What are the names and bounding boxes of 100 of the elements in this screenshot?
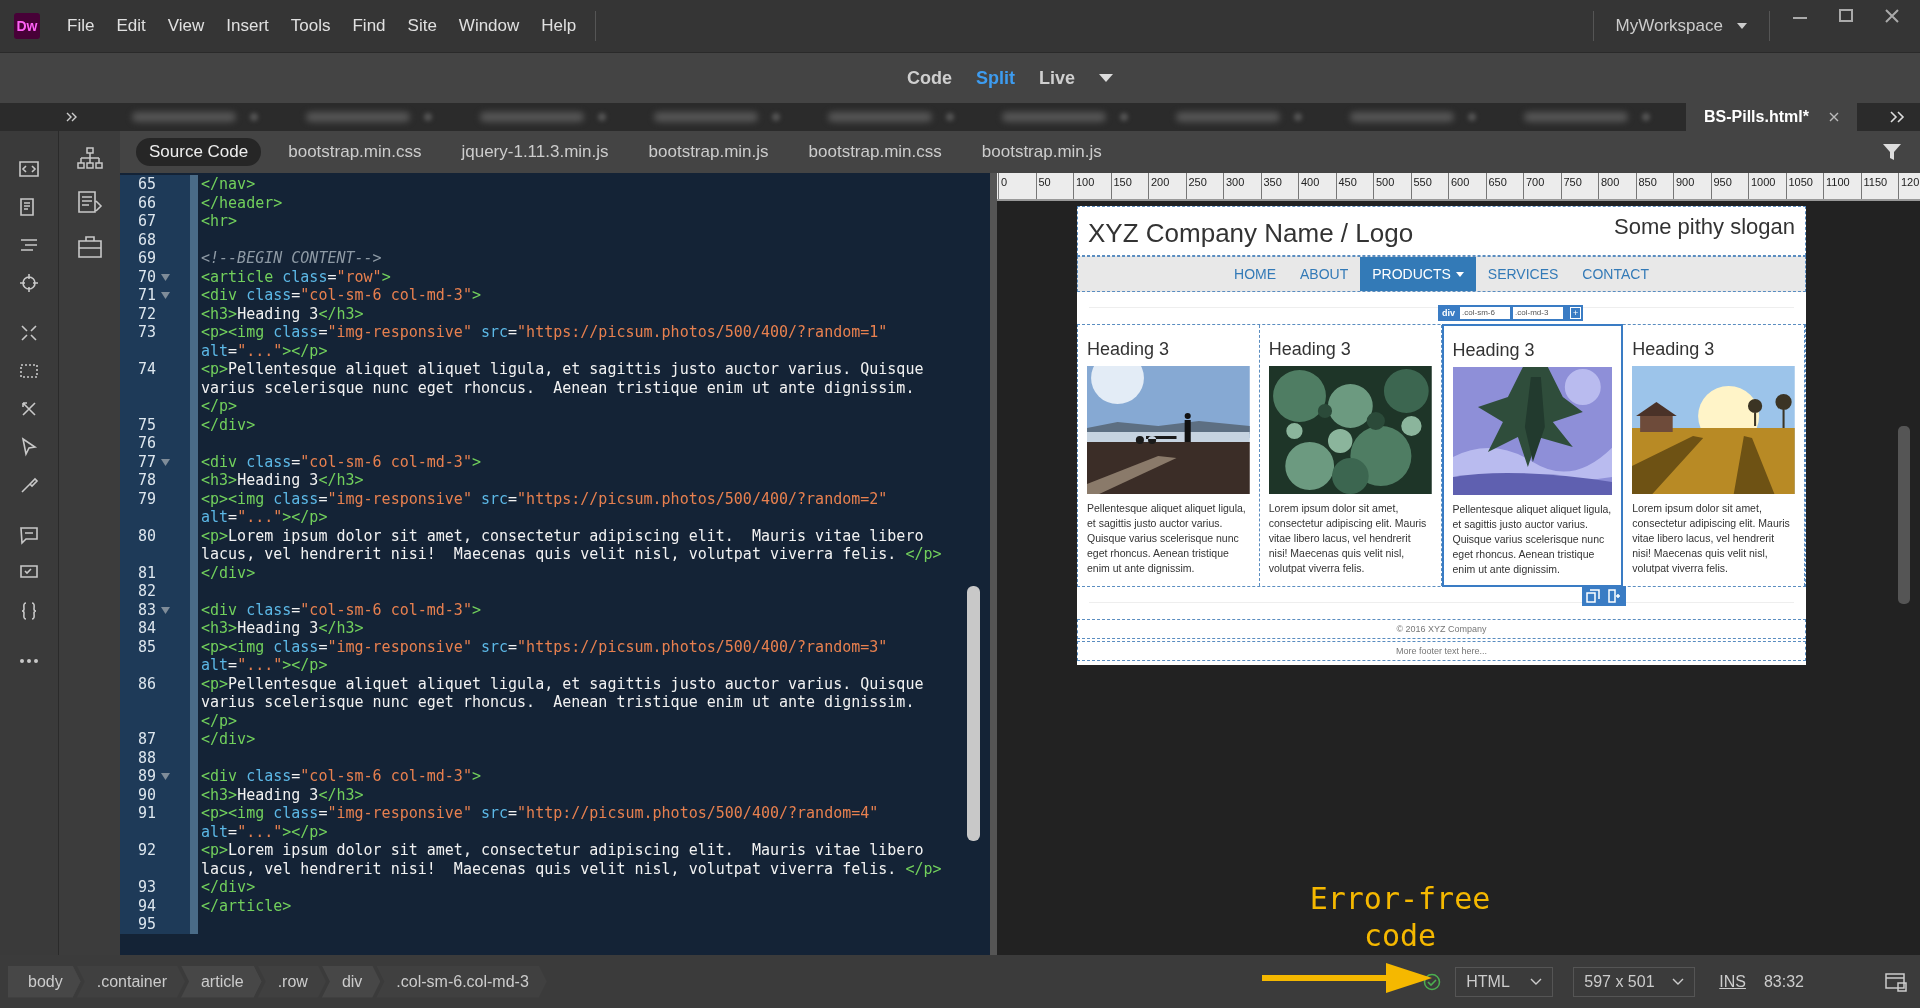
related-file-tab[interactable]: bootstrap.min.js — [635, 138, 782, 166]
menu-item[interactable]: Window — [447, 16, 531, 36]
line-number: 75 — [136, 415, 156, 434]
fold-icon[interactable] — [161, 773, 170, 780]
related-file-tab[interactable]: bootstrap.min.css — [795, 138, 955, 166]
class-field[interactable]: .col-md-3 — [1513, 307, 1563, 319]
ruler-label: 750 — [1560, 173, 1598, 199]
related-file-tab[interactable]: bootstrap.min.js — [968, 138, 1115, 166]
fold-icon[interactable] — [161, 292, 170, 299]
preview-icon[interactable] — [1884, 970, 1908, 993]
breadcrumb[interactable]: .col-sm-6.col-md-3 — [376, 965, 547, 998]
add-column-icon[interactable] — [1608, 589, 1622, 603]
add-class-button[interactable]: + — [1570, 307, 1582, 319]
ruler-label: 250 — [1185, 173, 1223, 199]
code-line: <h3>Heading 3</h3> — [200, 619, 365, 638]
code-line: <article class="row"> — [200, 267, 392, 286]
line-number: 73 — [136, 323, 156, 342]
fold-icon[interactable] — [161, 273, 170, 281]
line-number: 77 — [136, 452, 156, 471]
ruler-label: 500 — [1373, 173, 1411, 199]
code-line: <hr> — [200, 212, 239, 231]
fold-icon[interactable] — [161, 458, 170, 466]
view-tab[interactable]: Live — [1039, 67, 1075, 89]
line-number: 74 — [136, 360, 156, 379]
duplicate-icon[interactable] — [1586, 589, 1600, 603]
ruler-label: 50 — [1035, 173, 1073, 199]
line-number: 84 — [136, 619, 156, 638]
more-tabs-icon[interactable] — [1890, 111, 1906, 123]
scrollbar[interactable] — [967, 586, 980, 841]
line-number: 92 — [136, 841, 156, 860]
ruler-label: 350 — [1260, 173, 1298, 199]
code-line: </nav> — [200, 175, 257, 194]
breadcrumb[interactable]: .container — [76, 965, 185, 998]
column-card[interactable]: Heading 3 Pellentesque aliquet aliquet ligula, et sagittis justo auctor varius. Quisque varius scelerisque nunc eget rhoncus. Aenean tristique enim ut ante dignissim. — [1441, 324, 1624, 587]
line-number: 86 — [136, 674, 156, 693]
nav-link[interactable]: PRODUCTS — [1360, 257, 1476, 291]
code-line: <div class="col-sm-6 col-md-3"> — [200, 767, 482, 786]
nav-link[interactable]: SERVICES — [1475, 257, 1571, 291]
crosshair-icon[interactable] — [17, 271, 41, 295]
code-line: <p><img class="img-responsive" src="https://picsum.photos/500/400/?random=1" alt="..."></p> — [200, 323, 889, 360]
column-card[interactable]: Heading 3 Pellentesque aliquet aliquet ligula, et sagittis justo auctor varius. Quisque varius scelerisque nunc eget rhoncus. Aenean tristique enim ut ante dignissim. — [1078, 325, 1260, 586]
briefcase-icon[interactable] — [75, 233, 104, 261]
code-line: </header> — [200, 193, 284, 212]
line-number: 72 — [136, 304, 156, 323]
menu-item[interactable]: Site — [396, 16, 448, 36]
menu-item[interactable]: Insert — [215, 16, 280, 36]
related-file-tab[interactable]: jquery-1.11.3.min.js — [448, 138, 622, 166]
site-slogan: Some pithy slogan — [1614, 214, 1795, 240]
caret-icon[interactable] — [1099, 74, 1113, 82]
caret-icon — [1737, 23, 1747, 29]
menu-item[interactable]: Tools — [279, 16, 342, 36]
view-tab[interactable]: Code — [907, 67, 952, 89]
fold-icon[interactable] — [161, 606, 170, 614]
menu-item[interactable]: File — [56, 16, 106, 36]
ruler-label: 950 — [1710, 173, 1748, 199]
line-number: 81 — [136, 563, 156, 582]
line-number: 87 — [136, 730, 156, 749]
breadcrumb[interactable]: div — [321, 965, 381, 998]
column-card[interactable]: Heading 3 Lorem ipsum dolor sit amet, consectetur adipiscing elit. Mauris vitae libero lacus, vel hendrerit nisi! Maecenas quis velit nisl, volutpat viverra felis. — [1259, 325, 1442, 586]
close-icon[interactable] — [1828, 112, 1839, 122]
line-number: 78 — [136, 471, 156, 490]
insert-mode[interactable]: INS — [1719, 972, 1746, 991]
line-number: 91 — [136, 804, 156, 823]
ruler-label: 1050 — [1785, 173, 1823, 199]
line-number: 76 — [136, 434, 156, 453]
element-toolbar[interactable] — [1582, 586, 1626, 606]
menu-item[interactable]: Edit — [105, 16, 157, 36]
size-dropdown[interactable]: 597 x 501 — [1573, 966, 1696, 997]
ruler-label: 600 — [1448, 173, 1486, 199]
breadcrumb[interactable]: article — [180, 965, 262, 998]
line-number: 88 — [136, 748, 156, 767]
line-number: 79 — [136, 489, 156, 508]
menu-item[interactable]: Help — [530, 16, 588, 36]
scrollbar[interactable] — [1898, 426, 1910, 604]
language-dropdown[interactable]: HTML — [1455, 966, 1554, 997]
line-number: 94 — [136, 896, 156, 915]
line-number: 90 — [136, 785, 156, 804]
workspace-dropdown[interactable]: MyWorkspace — [1601, 16, 1761, 36]
line-number: 85 — [136, 637, 156, 656]
ruler-label: 1100 — [1823, 173, 1861, 199]
menu-item[interactable]: View — [156, 16, 216, 36]
expand-icon[interactable] — [66, 112, 78, 122]
breadcrumb[interactable]: body — [8, 965, 81, 998]
line-number: 67 — [136, 212, 156, 231]
breadcrumb[interactable]: .row — [257, 965, 326, 998]
column-card[interactable]: Heading 3 Lorem ipsum dolor sit amet, consectetur adipiscing elit. Mauris vitae libero lacus, vel hendrerit nisi! Maecenas quis velit nisl, volutpat viverra felis. — [1623, 325, 1805, 586]
related-file-tab[interactable]: bootstrap.min.css — [275, 138, 435, 166]
ruler-label: 1150 — [1860, 173, 1898, 199]
class-field[interactable]: .col-sm-6 — [1460, 307, 1510, 319]
ruler-label: 150 — [1110, 173, 1148, 199]
nav-link[interactable]: HOME — [1222, 257, 1288, 291]
menu-item[interactable]: Find — [341, 16, 397, 36]
footer-text: © 2016 XYZ Company — [1077, 619, 1806, 639]
document-tab[interactable]: BS-Pills.html* — [1686, 103, 1857, 131]
related-file-tab[interactable]: Source Code — [136, 138, 262, 166]
code-line: <h3>Heading 3</h3> — [200, 785, 365, 804]
filter-icon[interactable] — [1882, 143, 1902, 161]
ruler-label: 0 — [998, 173, 1036, 199]
nav-link[interactable]: ABOUT — [1288, 257, 1361, 291]
nav-link[interactable]: CONTACT — [1570, 257, 1661, 291]
